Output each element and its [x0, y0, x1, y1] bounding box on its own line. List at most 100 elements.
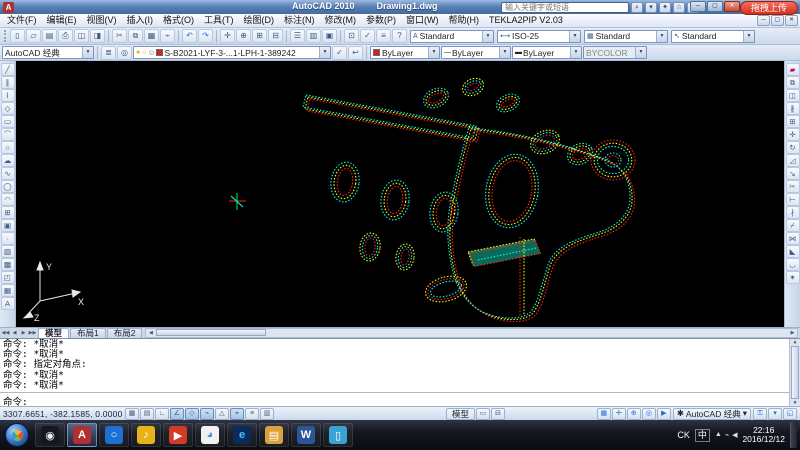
- ie-browser-taskbar-button[interactable]: e: [227, 423, 257, 447]
- polyline-icon[interactable]: ⌇: [1, 89, 15, 102]
- chevron-down-icon[interactable]: ▼: [743, 31, 754, 42]
- copy-clip-icon[interactable]: ⧉: [128, 29, 143, 43]
- communication-center-icon[interactable]: ✦: [659, 2, 671, 13]
- layer-previous-icon[interactable]: ↩: [348, 46, 363, 60]
- file-explorer-taskbar-button[interactable]: ▤: [259, 423, 289, 447]
- menu-item[interactable]: 帮助(H): [444, 14, 485, 27]
- start-button[interactable]: [5, 423, 29, 447]
- make-layer-current-icon[interactable]: ✓: [332, 46, 347, 60]
- help-icon[interactable]: ?: [392, 29, 407, 43]
- match-properties-icon[interactable]: ⌁: [160, 29, 175, 43]
- color-combo[interactable]: ByLayer ▼: [370, 46, 440, 59]
- grid-toggle[interactable]: ▤: [140, 408, 154, 420]
- menu-item[interactable]: 窗口(W): [401, 14, 444, 27]
- line-icon[interactable]: ╱: [1, 63, 15, 76]
- next-tab-button[interactable]: ▶: [19, 328, 28, 338]
- linetype-combo[interactable]: — ByLayer ▼: [441, 46, 511, 59]
- markup-icon[interactable]: ✓: [360, 29, 375, 43]
- zoom-status-button[interactable]: ⊕: [627, 408, 641, 420]
- menu-item[interactable]: 插入(I): [122, 14, 159, 27]
- model-space-button[interactable]: 模型: [446, 408, 475, 420]
- command-prompt-row[interactable]: 命令:: [0, 392, 789, 406]
- table-style-combo[interactable]: ▦ Standard ▼: [584, 30, 668, 43]
- menu-item[interactable]: 视图(V): [82, 14, 122, 27]
- command-scroll-thumb[interactable]: [791, 346, 799, 399]
- layer-states-icon[interactable]: ◎: [117, 46, 132, 60]
- polar-toggle[interactable]: ∠: [170, 408, 184, 420]
- menu-item[interactable]: 参数(P): [361, 14, 401, 27]
- menu-item[interactable]: 绘图(D): [239, 14, 280, 27]
- chevron-down-icon[interactable]: ▼: [82, 47, 93, 58]
- extend-icon[interactable]: ⊢: [786, 193, 800, 206]
- ellipse-icon[interactable]: ◯: [1, 180, 15, 193]
- arc-icon[interactable]: ⌒: [1, 128, 15, 141]
- menu-item[interactable]: TEKLA2PIP V2.03: [484, 14, 568, 27]
- word-taskbar-button[interactable]: W: [291, 423, 321, 447]
- tab-layout1[interactable]: 布局1: [70, 328, 106, 338]
- ortho-toggle[interactable]: ∟: [155, 408, 169, 420]
- scale-icon[interactable]: ◿: [786, 154, 800, 167]
- horizontal-scroll-thumb[interactable]: [156, 329, 266, 336]
- layer-properties-icon[interactable]: ≣: [101, 46, 116, 60]
- explode-icon[interactable]: ✶: [786, 271, 800, 284]
- favorites-star-icon[interactable]: ☆: [673, 2, 685, 13]
- point-icon[interactable]: ·: [1, 232, 15, 245]
- dim-style-combo[interactable]: ⟷ ISO-25 ▼: [497, 30, 581, 43]
- chevron-down-icon[interactable]: ▼: [570, 47, 581, 58]
- chevron-down-icon[interactable]: ▼: [656, 31, 667, 42]
- join-icon[interactable]: ⋈: [786, 232, 800, 245]
- undo-icon[interactable]: ↶: [182, 29, 197, 43]
- tab-model[interactable]: 模型: [38, 328, 69, 338]
- region-icon[interactable]: ◰: [1, 271, 15, 284]
- language-indicator[interactable]: 中: [695, 429, 710, 442]
- rectangle-icon[interactable]: ▭: [1, 115, 15, 128]
- revcloud-icon[interactable]: ☁: [1, 154, 15, 167]
- quick-properties-toggle[interactable]: ▥: [260, 408, 274, 420]
- gradient-icon[interactable]: ▩: [1, 258, 15, 271]
- taskbar-clock[interactable]: 22:16 2016/12/12: [742, 426, 785, 445]
- steering-wheel-button[interactable]: ◎: [642, 408, 656, 420]
- pan-status-button[interactable]: ✛: [612, 408, 626, 420]
- rotate-icon[interactable]: ↻: [786, 141, 800, 154]
- search-chevron-icon[interactable]: ▾: [645, 2, 657, 13]
- table-icon[interactable]: ▦: [1, 284, 15, 297]
- workspace-combo[interactable]: AutoCAD 经典 ▼: [2, 46, 94, 59]
- scroll-right-icon[interactable]: ▶: [788, 330, 797, 336]
- notes-app-taskbar-button[interactable]: ▯: [323, 423, 353, 447]
- doc-close-button[interactable]: ✕: [785, 15, 798, 26]
- cut-icon[interactable]: ✂: [112, 29, 127, 43]
- menu-item[interactable]: 编辑(E): [42, 14, 82, 27]
- first-tab-button[interactable]: ◀◀: [1, 328, 10, 338]
- save-icon[interactable]: ▤: [42, 29, 57, 43]
- zoom-realtime-icon[interactable]: ⊕: [236, 29, 251, 43]
- insert-block-icon[interactable]: ⊞: [1, 206, 15, 219]
- close-button[interactable]: ✕: [724, 1, 740, 12]
- sheetset-manager-icon[interactable]: ⊡: [344, 29, 359, 43]
- plot-preview-icon[interactable]: ◫: [74, 29, 89, 43]
- toolbar-lock-button[interactable]: ⚿: [753, 408, 767, 420]
- paste-icon[interactable]: ▦: [144, 29, 159, 43]
- move-icon[interactable]: ✛: [786, 128, 800, 141]
- dyn-toggle[interactable]: ⌖: [230, 408, 244, 420]
- network-icon[interactable]: ⌁: [725, 431, 729, 439]
- show-desktop-button[interactable]: [790, 422, 797, 448]
- menu-item[interactable]: 标注(N): [279, 14, 320, 27]
- upload-overlay-badge[interactable]: 拖拽上传: [740, 1, 798, 15]
- array-icon[interactable]: ⊞: [786, 115, 800, 128]
- music-player-taskbar-button[interactable]: ♪: [131, 423, 161, 447]
- osnap-toggle[interactable]: ◇: [185, 408, 199, 420]
- lineweight-combo[interactable]: ▬ ByLayer ▼: [512, 46, 582, 59]
- chamfer-icon[interactable]: ◣: [786, 245, 800, 258]
- doc-minimize-button[interactable]: ─: [757, 15, 770, 26]
- video-player-taskbar-button[interactable]: ▶: [163, 423, 193, 447]
- command-scrollbar[interactable]: ▲ ▼: [789, 339, 800, 406]
- mtext-icon[interactable]: A: [1, 297, 15, 310]
- doc-restore-button[interactable]: ▢: [771, 15, 784, 26]
- browser-blue-taskbar-button[interactable]: ○: [99, 423, 129, 447]
- hidden-icons[interactable]: ▲: [715, 431, 722, 439]
- lineweight-toggle[interactable]: ≡: [245, 408, 259, 420]
- chevron-down-icon[interactable]: ▼: [499, 47, 510, 58]
- otrack-toggle[interactable]: ⌁: [200, 408, 214, 420]
- qnew-icon[interactable]: ▯: [10, 29, 25, 43]
- quick-view-drawings-button[interactable]: ▦: [597, 408, 611, 420]
